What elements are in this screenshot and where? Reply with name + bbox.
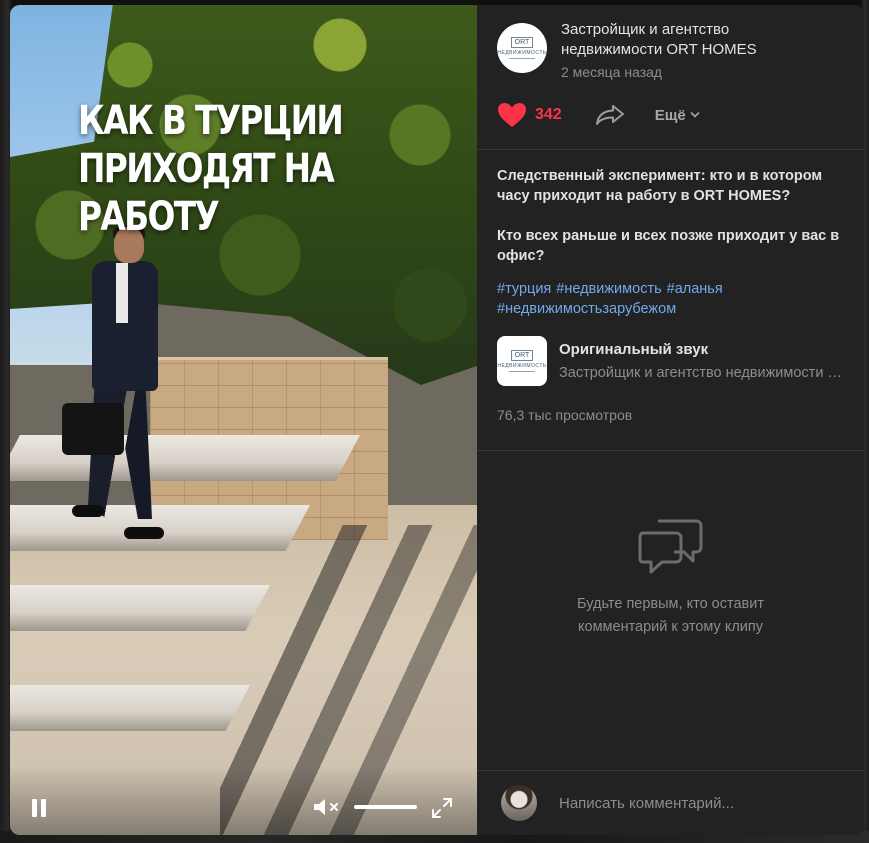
logo-text-top: ORT xyxy=(510,37,534,48)
audio-subtitle: Застройщик и агентство недвижимости ORT … xyxy=(559,364,844,381)
description-paragraph-1: Следственный эксперимент: кто и в которо… xyxy=(497,168,823,204)
like-count: 342 xyxy=(535,106,562,123)
hashtag-link[interactable]: #недвижимостьзарубежом xyxy=(497,301,676,317)
share-button[interactable] xyxy=(595,103,625,127)
comment-input[interactable] xyxy=(557,793,861,813)
hashtag-link[interactable]: #турция xyxy=(497,281,551,297)
logo-underline xyxy=(509,58,535,59)
user-avatar[interactable] xyxy=(501,785,537,821)
comments-empty-state: Будьте первым, кто оставит комментарий к… xyxy=(477,515,864,639)
author-block: ORT НЕДВИЖИМОСТЬ Застройщик и агентство … xyxy=(497,20,821,82)
audio-info: Оригинальный звук Застройщик и агентство… xyxy=(559,340,844,383)
clip-description: Следственный эксперимент: кто и в которо… xyxy=(497,166,852,266)
empty-line-1: Будьте первым, кто оставит xyxy=(577,596,764,612)
post-time: 2 месяца назад xyxy=(561,64,663,80)
more-button[interactable]: Ещё xyxy=(655,107,700,124)
actions-bar: 342 Ещё xyxy=(497,101,700,129)
comments-icon xyxy=(638,519,702,574)
pause-icon[interactable] xyxy=(30,799,48,817)
video-title-line2: ПРИХОДЯТ НА РАБОТУ xyxy=(78,146,335,240)
heart-icon xyxy=(498,103,526,127)
logo-text-bottom: НЕДВИЖИМОСТЬ xyxy=(497,363,547,369)
comments-empty-text: Будьте первым, кто оставит комментарий к… xyxy=(477,593,864,639)
logo-text-top: ORT xyxy=(510,350,534,361)
video-person xyxy=(62,225,168,557)
view-count: 76,3 тыс просмотров xyxy=(497,407,633,423)
volume-muted-icon[interactable] xyxy=(312,797,344,817)
video-player[interactable]: КАК В ТУРЦИИ ПРИХОДЯТ НА РАБОТУ xyxy=(10,5,477,835)
audio-cover: ORT НЕДВИЖИМОСТЬ xyxy=(497,336,547,386)
volume-level xyxy=(354,805,417,809)
empty-line-2: комментарий к этому клипу xyxy=(578,619,763,635)
video-controls xyxy=(10,765,477,835)
logo-text-bottom: НЕДВИЖИМОСТЬ xyxy=(497,50,547,56)
author-name-link[interactable]: Застройщик и агентство недвижимости ORT … xyxy=(561,20,821,60)
author-avatar[interactable]: ORT НЕДВИЖИМОСТЬ xyxy=(497,23,547,73)
audio-title: Оригинальный звук xyxy=(559,340,709,358)
share-icon xyxy=(595,105,624,125)
audio-track[interactable]: ORT НЕДВИЖИМОСТЬ Оригинальный звук Застр… xyxy=(497,336,844,386)
more-label: Ещё xyxy=(654,106,686,124)
divider xyxy=(477,149,864,150)
logo-underline xyxy=(509,371,535,372)
comment-composer xyxy=(477,770,864,835)
description-paragraph-2: Кто всех раньше и всех позже приходит у … xyxy=(497,228,840,264)
hashtag-link[interactable]: #недвижимость xyxy=(556,281,661,297)
volume-slider[interactable] xyxy=(354,805,417,809)
video-overlay-title: КАК В ТУРЦИИ ПРИХОДЯТ НА РАБОТУ xyxy=(78,97,390,241)
like-button[interactable]: 342 xyxy=(497,102,562,128)
hashtag-list: #турция #недвижимость #аланья #недвижимость… xyxy=(497,279,847,319)
chevron-down-icon xyxy=(690,112,700,118)
video-stair xyxy=(10,685,250,731)
clip-sidebar: ORT НЕДВИЖИМОСТЬ Застройщик и агентство … xyxy=(477,5,864,835)
hashtag-link[interactable]: #аланья xyxy=(667,281,723,297)
divider xyxy=(477,450,864,451)
video-title-line1: КАК В ТУРЦИИ xyxy=(78,98,344,144)
author-info: Застройщик и агентство недвижимости ORT … xyxy=(561,20,821,82)
fullscreen-icon[interactable] xyxy=(431,797,453,819)
clip-modal: КАК В ТУРЦИИ ПРИХОДЯТ НА РАБОТУ ORT НЕДВ… xyxy=(10,5,864,835)
